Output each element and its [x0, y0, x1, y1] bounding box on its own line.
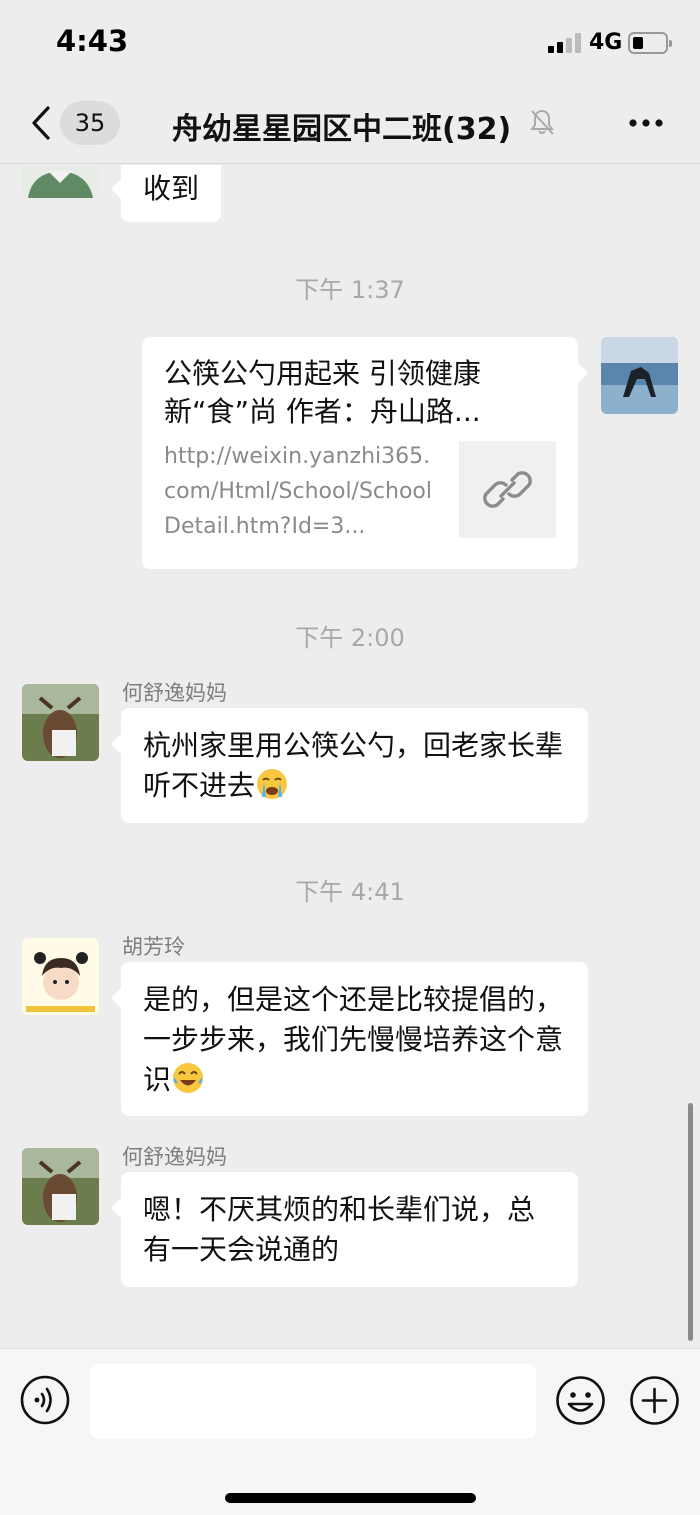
more-functions-button[interactable] [629, 1375, 680, 1426]
message-input[interactable] [90, 1364, 536, 1439]
link-title: 公筷公勺用起来 引领健康新“食”尚 作者：舟山路... [164, 357, 481, 428]
link-thumbnail [459, 441, 556, 538]
message-bubble[interactable]: 是的，但是这个还是比较提倡的，一步步来，我们先慢慢培养这个意识 [111, 962, 588, 1116]
tears-of-joy-emoji-icon [173, 1063, 204, 1093]
signal-strength-icon [548, 33, 582, 53]
home-indicator[interactable] [225, 1493, 476, 1503]
scrollbar[interactable] [688, 1103, 693, 1341]
message-text: 收到 [143, 172, 200, 205]
message-timestamp: 下午 4:41 [295, 878, 405, 906]
avatar[interactable] [22, 684, 99, 761]
emoji-icon [556, 1376, 605, 1425]
message-timestamp: 下午 1:37 [295, 276, 405, 304]
message-list[interactable]: 收到 下午 1:37 公筷公勺用起来 引领健康新“食”尚 作者：舟山路... h… [0, 165, 700, 1348]
input-bar [0, 1348, 700, 1515]
link-chain-icon [483, 471, 532, 508]
sender-name: 何舒逸妈妈 [122, 681, 227, 705]
message-bubble[interactable]: 嗯！不厌其烦的和长辈们说，总有一天会说通的 [111, 1172, 578, 1287]
plus-icon [630, 1376, 679, 1425]
back-arrow-icon [32, 106, 50, 140]
chat-title: 舟幼星星园区中二班(32) [172, 112, 512, 147]
message-timestamp: 下午 2:00 [295, 624, 405, 652]
link-url: http://weixin.yanzhi365.com/Html/School/… [164, 444, 433, 539]
my-avatar[interactable] [601, 337, 678, 414]
mute-bell-icon [530, 109, 554, 135]
avatar[interactable] [22, 1148, 99, 1225]
chat-header: 35 舟幼星星园区中二班(32) [0, 88, 700, 164]
battery-icon [628, 32, 672, 54]
status-bar: 4:43 4G [0, 0, 700, 88]
sender-name: 何舒逸妈妈 [122, 1145, 227, 1169]
message-text: 是的，但是这个还是比较提倡的，一步步来，我们先慢慢培养这个意识 [143, 983, 564, 1096]
back-button[interactable] [26, 100, 62, 146]
link-card[interactable]: 公筷公勺用起来 引领健康新“食”尚 作者：舟山路... http://weixi… [142, 337, 588, 569]
voice-button[interactable] [20, 1375, 70, 1425]
network-type: 4G [589, 30, 623, 55]
status-time: 4:43 [56, 24, 129, 58]
sender-name: 胡芳玲 [122, 935, 185, 959]
loudly-crying-emoji-icon [257, 769, 288, 799]
message-bubble[interactable]: 收到 [110, 165, 222, 222]
voice-icon [20, 1375, 70, 1425]
message-text: 杭州家里用公筷公勺，回老家长辈听不进去 [143, 729, 564, 802]
message-text: 嗯！不厌其烦的和长辈们说，总有一天会说通的 [143, 1193, 536, 1266]
more-dots-icon [629, 119, 663, 127]
avatar[interactable] [22, 165, 99, 198]
emoji-button[interactable] [555, 1375, 606, 1426]
unread-count-badge[interactable]: 35 [60, 101, 120, 145]
message-bubble[interactable]: 杭州家里用公筷公勺，回老家长辈听不进去 [111, 708, 588, 823]
more-options-button[interactable] [626, 108, 666, 138]
avatar[interactable] [22, 938, 99, 1015]
